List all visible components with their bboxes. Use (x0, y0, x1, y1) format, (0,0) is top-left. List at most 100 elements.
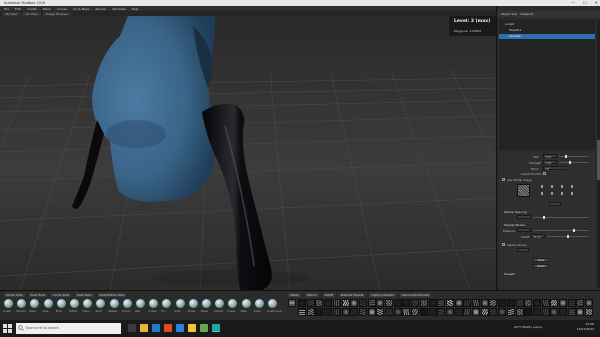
size-slider[interactable] (559, 155, 589, 158)
stamp-thumbnail[interactable] (402, 299, 411, 307)
stamp-thumbnail[interactable] (559, 299, 567, 307)
stamp-thumbnail[interactable] (411, 299, 420, 307)
stamp-thumbnail[interactable] (506, 308, 515, 316)
stamp-thumbnail[interactable] (515, 299, 524, 307)
spacing-slider[interactable] (533, 216, 589, 219)
windows-start-icon[interactable] (3, 324, 12, 333)
stamp-randomize-field[interactable] (549, 202, 561, 206)
stamp-thumbnail[interactable] (506, 299, 515, 307)
tab-sculpt-tools[interactable]: Sculpt Tools (4, 293, 25, 297)
brush-wax[interactable] (136, 299, 145, 308)
stamp-thumbnail[interactable] (445, 299, 454, 307)
menu-help[interactable]: Help (132, 7, 139, 11)
stamp-thumbnail[interactable] (367, 308, 376, 316)
use-stamp-checkbox[interactable] (502, 178, 505, 181)
stamp-thumbnail[interactable] (567, 308, 576, 316)
strength-field[interactable]: 1.00 (543, 160, 557, 165)
brush-scrape[interactable] (149, 299, 159, 308)
task-view-icon[interactable] (128, 324, 136, 332)
minimize-button[interactable]: — (571, 0, 575, 5)
stamp-thumbnail[interactable] (376, 308, 385, 316)
tab-stamp[interactable]: Stamp (288, 293, 302, 297)
stamp-thumbnail[interactable] (376, 299, 385, 307)
brush-bulge[interactable] (202, 299, 211, 308)
stamp-thumbnail[interactable] (298, 308, 306, 316)
app-icon[interactable] (200, 324, 208, 332)
brush-knife[interactable] (175, 299, 185, 308)
menu-curves[interactable]: Curves (57, 7, 67, 11)
stamp-thumbnail[interactable] (454, 299, 463, 307)
list-item-selected[interactable]: pCube3 (499, 34, 595, 39)
taskbar-search-box[interactable]: Type here to search (16, 323, 121, 334)
tab-lighting-presets[interactable]: Lighting Presets (369, 293, 396, 297)
stamp-thumbnail[interactable] (358, 299, 367, 307)
stabilize-field[interactable] (517, 248, 529, 252)
stamp-thumbnail[interactable] (524, 299, 533, 307)
menu-edit[interactable]: Edit (15, 7, 21, 11)
mail-icon[interactable] (176, 324, 184, 332)
maximize-button[interactable]: ☐ (583, 0, 587, 5)
distance-slider[interactable] (533, 229, 589, 232)
stamp-thumbnail[interactable] (576, 299, 585, 307)
tab-image-browser[interactable]: Image Browser (42, 11, 72, 16)
tab-select-move-tools[interactable]: Select/Move Tools (97, 293, 127, 297)
tab-3d-view[interactable]: 3D View (2, 11, 21, 16)
stamp-thumbnail[interactable] (498, 299, 507, 307)
stamp-thumbnail[interactable] (550, 308, 559, 316)
tab-uv-view[interactable]: UV View (22, 11, 41, 16)
tab-stencil[interactable]: Stencil (305, 293, 319, 297)
stamp-thumbnail[interactable] (437, 308, 446, 316)
stamp-thumbnail[interactable] (332, 299, 341, 307)
brush-freeze[interactable] (228, 299, 238, 308)
stamp-thumbnail[interactable] (498, 308, 507, 316)
brush-smooth[interactable] (17, 299, 27, 308)
stamp-thumbnail[interactable] (445, 308, 454, 316)
stamp-thumbnail[interactable] (576, 308, 585, 316)
brush-foamy[interactable] (83, 299, 93, 308)
brush-imprint[interactable] (122, 299, 132, 308)
stamp-thumbnail[interactable] (541, 308, 550, 316)
stamp-thumbnail[interactable] (393, 299, 402, 307)
tab-curve-tools[interactable]: Curve Tools (51, 293, 72, 297)
stamp-thumbnail[interactable] (419, 308, 428, 316)
stamp-thumbnail[interactable] (454, 308, 463, 316)
stamp-thumbnail[interactable] (532, 308, 541, 316)
menu-create[interactable]: Create (27, 7, 37, 11)
stamp-thumbnail[interactable] (306, 299, 315, 307)
stamp-off-button[interactable]: OFF (288, 299, 296, 307)
brush-sculpt-layer[interactable] (268, 299, 277, 308)
distance-field[interactable] (517, 228, 531, 232)
chrome-icon[interactable] (188, 324, 196, 332)
stamp-image-thumbnail[interactable] (517, 184, 530, 197)
stamp-thumbnail[interactable] (367, 299, 376, 307)
mudbox-taskbar-icon[interactable] (212, 324, 220, 332)
stamp-thumbnail[interactable] (541, 299, 550, 307)
reset-button[interactable]: Reset (533, 264, 549, 268)
stamp-thumbnail[interactable] (489, 308, 498, 316)
stamp-thumbnail[interactable] (532, 299, 541, 307)
tab-falloff[interactable]: Falloff (322, 293, 335, 297)
menu-mesh[interactable]: Mesh (43, 7, 51, 11)
stamp-thumbnail[interactable] (306, 308, 315, 316)
stamp-thumbnail[interactable] (358, 308, 367, 316)
stamp-thumbnail[interactable] (419, 299, 428, 307)
brush-amplify[interactable] (215, 299, 225, 308)
invert-checkbox[interactable] (543, 172, 546, 175)
stamp-thumbnail[interactable] (385, 308, 393, 316)
stamp-thumbnail[interactable] (472, 299, 480, 307)
stamp-thumbnail[interactable] (463, 299, 472, 307)
tab-object-list[interactable]: Object List (501, 12, 517, 16)
stamp-thumbnail[interactable] (480, 299, 489, 307)
save-button[interactable]: Save (533, 258, 549, 262)
stamp-thumbnail[interactable] (324, 308, 333, 316)
stamp-thumbnail[interactable] (437, 299, 446, 307)
stamp-thumbnail[interactable] (385, 299, 393, 307)
brush-spray[interactable] (96, 299, 106, 308)
mirror-dropdown[interactable]: off (543, 166, 567, 171)
close-button[interactable]: ✕ (595, 0, 598, 5)
tab-paint-tools[interactable]: Paint Tools (28, 293, 48, 297)
stamp-thumbnail[interactable] (393, 308, 402, 316)
menu-file[interactable]: File (4, 7, 9, 11)
stamp-thumbnail[interactable] (515, 308, 524, 316)
stamp-thumbnail[interactable] (402, 308, 411, 316)
